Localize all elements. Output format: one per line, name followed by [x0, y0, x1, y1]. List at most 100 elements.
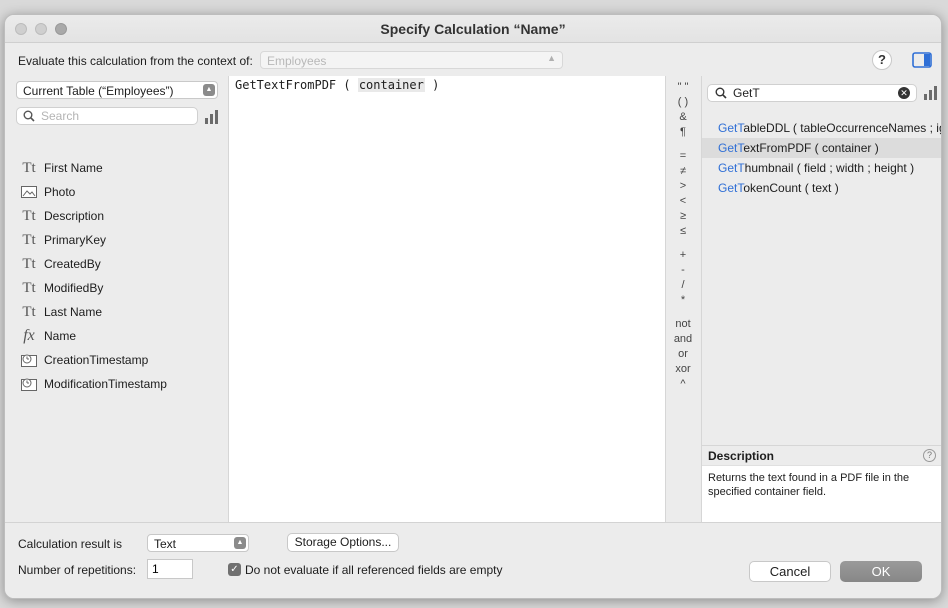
context-select-value: Employees: [267, 54, 327, 68]
calculation-field-icon: fx: [23, 327, 35, 344]
operator-or[interactable]: or: [666, 347, 700, 362]
function-signature: okenCount ( text ): [743, 181, 839, 195]
operator-parens[interactable]: ( ): [666, 95, 700, 110]
operator-concat[interactable]: &: [666, 110, 700, 125]
title-bar: Specify Calculation “Name”: [5, 15, 941, 43]
function-signature: extFromPDF ( container ): [743, 141, 879, 155]
formula-function: GetTextFromPDF (: [235, 78, 358, 92]
operator-plus[interactable]: +: [666, 248, 700, 263]
functions-pane: ✕ GetTableDDL ( tableOccurrenceNames ; i…: [701, 76, 941, 522]
calculation-editor[interactable]: GetTextFromPDF ( container ): [228, 76, 666, 522]
function-item[interactable]: GetTableDDL ( tableOccurrenceNames ; ign…: [702, 118, 941, 138]
context-label: Evaluate this calculation from the conte…: [18, 54, 253, 68]
text-field-icon: Tt: [22, 231, 36, 248]
field-item[interactable]: Tt Last Name: [19, 300, 224, 324]
operator-not-equal[interactable]: ≠: [666, 164, 700, 179]
container-field-icon: [19, 183, 39, 201]
operator-equal[interactable]: =: [666, 149, 700, 164]
field-item[interactable]: CreationTimestamp: [19, 348, 224, 372]
function-item-selected[interactable]: GetTextFromPDF ( container ): [702, 138, 941, 158]
operator-minus[interactable]: -: [666, 263, 700, 278]
field-item[interactable]: Tt PrimaryKey: [19, 228, 224, 252]
result-type-select[interactable]: Text ▲: [147, 534, 249, 552]
match-prefix: GetT: [718, 121, 744, 135]
operators-strip: " " ( ) & ¶ = ≠ > < ≥ ≤ + - / * not and …: [666, 76, 700, 522]
operator-pilcrow[interactable]: ¶: [666, 125, 700, 140]
field-name: CreationTimestamp: [44, 353, 149, 367]
operator-divide[interactable]: /: [666, 278, 700, 293]
calculation-dialog: Specify Calculation “Name” Evaluate this…: [4, 14, 942, 599]
match-prefix: GetT: [718, 141, 744, 155]
cancel-button[interactable]: Cancel: [749, 561, 831, 582]
text-field-icon: Tt: [22, 255, 36, 272]
timestamp-field-icon: [19, 351, 39, 369]
field-list: Tt First Name Photo Tt Description Tt Pr…: [19, 156, 224, 396]
function-search-input[interactable]: [733, 86, 893, 100]
field-name: Photo: [44, 185, 76, 199]
sidebar-toggle-icon[interactable]: [911, 50, 933, 70]
operator-and[interactable]: and: [666, 332, 700, 347]
field-item[interactable]: Tt ModifiedBy: [19, 276, 224, 300]
field-item[interactable]: Tt First Name: [19, 156, 224, 180]
sort-options-icon[interactable]: [205, 110, 219, 124]
result-type-value: Text: [154, 537, 177, 551]
function-item[interactable]: GetTokenCount ( text ): [702, 178, 941, 198]
match-prefix: GetT: [718, 161, 745, 175]
text-field-icon: Tt: [22, 279, 36, 296]
context-bar: Evaluate this calculation from the conte…: [5, 44, 941, 74]
storage-options-button[interactable]: Storage Options...: [287, 533, 399, 552]
result-label: Calculation result is: [18, 537, 123, 551]
field-name: Name: [44, 329, 77, 343]
repetitions-label: Number of repetitions:: [18, 563, 137, 577]
context-select[interactable]: Employees ▲: [260, 51, 563, 69]
operator-less-equal[interactable]: ≤: [666, 224, 700, 239]
search-icon: [715, 87, 727, 99]
search-icon: [23, 110, 35, 122]
sort-options-icon[interactable]: [924, 86, 938, 100]
field-item[interactable]: Tt Description: [19, 204, 224, 228]
operator-multiply[interactable]: *: [666, 293, 700, 308]
formula-parameter[interactable]: container: [357, 78, 425, 92]
help-button[interactable]: ?: [872, 50, 892, 70]
repetitions-input[interactable]: [147, 559, 193, 579]
operator-greater-equal[interactable]: ≥: [666, 209, 700, 224]
description-header: Description ?: [702, 446, 941, 466]
clear-search-icon[interactable]: ✕: [898, 87, 910, 99]
text-field-icon: Tt: [22, 159, 36, 176]
timestamp-field-icon: [19, 375, 39, 393]
operator-less[interactable]: <: [666, 194, 700, 209]
function-list: GetTableDDL ( tableOccurrenceNames ; ign…: [702, 118, 941, 198]
field-item[interactable]: Tt CreatedBy: [19, 252, 224, 276]
description-panel: Description ? Returns the text found in …: [702, 445, 941, 522]
field-name: CreatedBy: [44, 257, 101, 271]
description-text: Returns the text found in a PDF file in …: [708, 472, 910, 498]
checkbox-label: Do not evaluate if all referenced fields…: [245, 563, 503, 577]
field-search-input[interactable]: [41, 109, 191, 123]
function-item[interactable]: GetThumbnail ( field ; width ; height ): [702, 158, 941, 178]
operator-not[interactable]: not: [666, 317, 700, 332]
do-not-evaluate-checkbox[interactable]: ✓: [228, 563, 241, 576]
updown-arrow-icon: ▲: [234, 537, 246, 549]
table-select[interactable]: Current Table (“Employees”) ▲: [16, 81, 218, 99]
bottom-bar: Calculation result is Text ▲ Storage Opt…: [5, 522, 941, 598]
text-field-icon: Tt: [22, 303, 36, 320]
field-item[interactable]: fx Name: [19, 324, 224, 348]
operator-power[interactable]: ^: [666, 377, 700, 392]
field-item[interactable]: Photo: [19, 180, 224, 204]
operator-greater[interactable]: >: [666, 179, 700, 194]
updown-arrow-icon: ▲: [547, 53, 556, 63]
fields-pane: Current Table (“Employees”) ▲ Tt First N…: [9, 76, 227, 522]
field-name: ModificationTimestamp: [44, 377, 167, 391]
field-item[interactable]: ModificationTimestamp: [19, 372, 224, 396]
formula-close: ): [424, 78, 440, 92]
function-search[interactable]: ✕: [707, 84, 917, 102]
help-icon[interactable]: ?: [923, 449, 936, 462]
field-search[interactable]: [16, 107, 198, 125]
updown-arrow-icon: ▲: [203, 84, 215, 96]
ok-button[interactable]: OK: [840, 561, 922, 582]
operator-xor[interactable]: xor: [666, 362, 700, 377]
operator-quotes[interactable]: " ": [666, 80, 700, 95]
description-title: Description: [708, 449, 775, 463]
field-name: First Name: [44, 161, 103, 175]
formula-text[interactable]: GetTextFromPDF ( container ): [235, 78, 439, 92]
